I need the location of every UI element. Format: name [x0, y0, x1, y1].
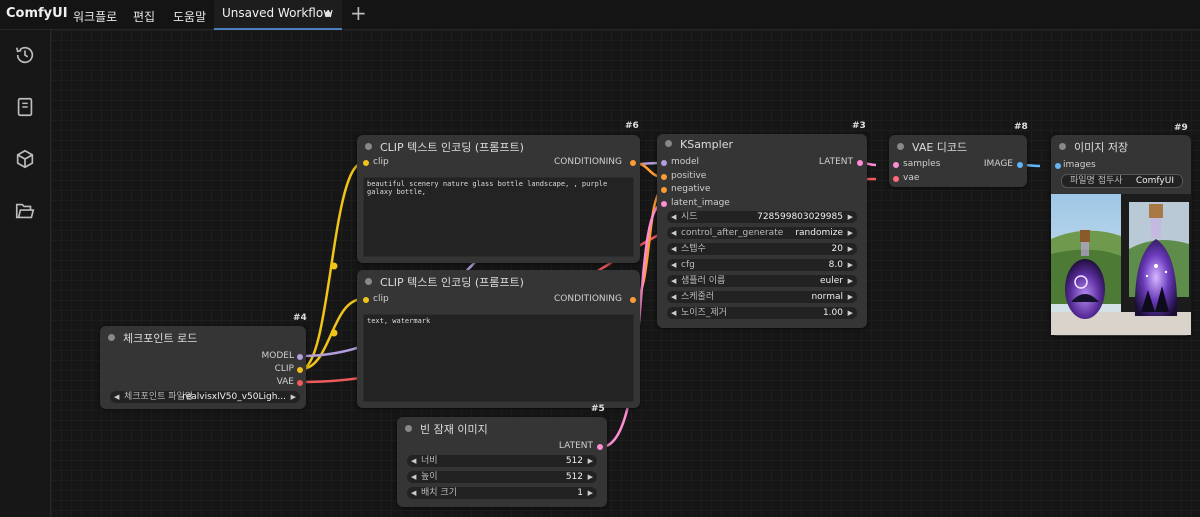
cube-icon[interactable] [14, 148, 36, 170]
node-save-image[interactable]: 이미지 저장 images 파일명 접두사 ComfyUI [1051, 135, 1191, 336]
tab-label: Unsaved Workflow [222, 6, 334, 20]
book-icon[interactable] [14, 96, 36, 118]
input-label-clip: clip [373, 294, 389, 304]
node-clip-text-encode-negative[interactable]: CLIP 텍스트 인코딩 (프롬프트) clip CONDITIONING te… [357, 270, 640, 408]
conditioning-output-dot[interactable] [630, 297, 636, 303]
vae-input-dot[interactable] [893, 176, 899, 182]
folder-icon[interactable] [14, 200, 36, 222]
input-label-negative: negative [671, 184, 711, 194]
clip-input-dot[interactable] [363, 297, 369, 303]
output-label-model: MODEL [261, 351, 294, 361]
workflow-canvas[interactable]: CLIP 텍스트 인코딩 (프롬프트) clip CONDITIONING be… [51, 30, 1200, 517]
menu-help[interactable]: 도움말 [173, 8, 206, 25]
conditioning-output-dot[interactable] [630, 160, 636, 166]
node-checkpoint-loader[interactable]: 체크포인트 로드 MODEL CLIP VAE ◀ 체크포인트 파일명 realvi… [100, 326, 306, 409]
widget-denoise[interactable]: ◀ 노이즈_제거 1.00 ▶ [667, 307, 857, 319]
input-label-latent-image: latent_image [671, 198, 730, 208]
node-title: 체크포인트 로드 [108, 330, 197, 346]
prompt-textarea[interactable]: text, watermark [363, 314, 634, 402]
clip-output-dot[interactable] [297, 367, 303, 373]
menu-workflow[interactable]: 워크플로 [73, 8, 117, 25]
output-label-latent: LATENT [558, 441, 593, 451]
clip-input-dot[interactable] [363, 160, 369, 166]
node-title: CLIP 텍스트 인코딩 (프롬프트) [365, 139, 524, 155]
input-label-model: model [671, 157, 700, 167]
node-ksampler[interactable]: KSampler model positive negative latent_… [657, 134, 867, 328]
widget-control-after-generate[interactable]: ◀ control_after_generate randomize ▶ [667, 227, 857, 239]
node-id-9: #9 [1174, 123, 1188, 133]
add-tab-button[interactable]: + [350, 3, 367, 23]
widget-width[interactable]: ◀ 너비 512 ▶ [407, 455, 597, 467]
input-label-clip: clip [373, 157, 389, 167]
history-icon[interactable] [14, 44, 36, 66]
node-vae-decode[interactable]: VAE 디코드 samples vae IMAGE [889, 135, 1027, 187]
images-input-dot[interactable] [1055, 163, 1061, 169]
input-label-positive: positive [671, 171, 707, 181]
latent-input-dot[interactable] [661, 201, 667, 207]
vae-output-dot[interactable] [297, 380, 303, 386]
widget-batch-size[interactable]: ◀ 배치 크기 1 ▶ [407, 487, 597, 499]
samples-input-dot[interactable] [893, 162, 899, 168]
top-menu-bar: ComfyUI 워크플로 편집 도움말 Unsaved Workflow + [0, 0, 1200, 30]
node-id-6: #6 [625, 121, 639, 131]
node-id-8: #8 [1014, 122, 1028, 132]
node-title: CLIP 텍스트 인코딩 (프롬프트) [365, 274, 524, 290]
generated-image-preview[interactable] [1051, 194, 1191, 335]
node-clip-text-encode-positive[interactable]: CLIP 텍스트 인코딩 (프롬프트) clip CONDITIONING be… [357, 135, 640, 263]
widget-scheduler[interactable]: ◀ 스케줄러 normal ▶ [667, 291, 857, 303]
input-label-images: images [1063, 160, 1096, 170]
positive-input-dot[interactable] [661, 174, 667, 180]
input-label-samples: samples [903, 159, 941, 169]
widget-steps[interactable]: ◀ 스텝수 20 ▶ [667, 243, 857, 255]
sidebar [0, 30, 51, 517]
widget-seed[interactable]: ◀ 시드 728599803029985 ▶ [667, 211, 857, 223]
unsaved-dot-icon [325, 11, 331, 17]
input-label-vae: vae [903, 173, 920, 183]
app-logo[interactable]: ComfyUI [6, 6, 68, 21]
node-title: KSampler [665, 138, 733, 151]
widget-checkpoint-name[interactable]: ◀ 체크포인트 파일명 realvisxlV50_v50Ligh... ▶ [110, 391, 300, 403]
output-label-image: IMAGE [983, 159, 1013, 169]
node-title: 이미지 저장 [1059, 139, 1128, 155]
output-label-conditioning: CONDITIONING [553, 157, 622, 167]
node-id-3: #3 [852, 121, 866, 131]
image-output-dot[interactable] [1017, 162, 1023, 168]
model-output-dot[interactable] [297, 354, 303, 360]
widget-filename-prefix[interactable]: 파일명 접두사 ComfyUI [1061, 174, 1183, 188]
node-title: 빈 잠재 이미지 [405, 421, 488, 437]
latent-output-dot[interactable] [597, 444, 603, 450]
prompt-textarea[interactable]: beautiful scenery nature glass bottle la… [363, 177, 634, 257]
node-id-5: #5 [591, 404, 605, 414]
negative-input-dot[interactable] [661, 187, 667, 193]
node-id-4: #4 [293, 313, 307, 323]
widget-sampler-name[interactable]: ◀ 샘플러 이름 euler ▶ [667, 275, 857, 287]
widget-height[interactable]: ◀ 높이 512 ▶ [407, 471, 597, 483]
output-label-conditioning: CONDITIONING [553, 294, 622, 304]
widget-cfg[interactable]: ◀ cfg 8.0 ▶ [667, 259, 857, 271]
node-title: VAE 디코드 [897, 139, 967, 155]
menu-edit[interactable]: 편집 [133, 8, 155, 25]
node-empty-latent-image[interactable]: 빈 잠재 이미지 LATENT ◀ 너비 512 ▶ ◀ 높이 512 ▶ ◀ 배치 크기 1 ▶ [397, 417, 607, 507]
output-label-clip: CLIP [274, 364, 294, 374]
output-label-vae: VAE [276, 377, 294, 387]
model-input-dot[interactable] [661, 160, 667, 166]
output-label-latent: LATENT [818, 157, 853, 167]
tab-unsaved-workflow[interactable]: Unsaved Workflow [214, 0, 342, 30]
latent-output-dot[interactable] [857, 160, 863, 166]
